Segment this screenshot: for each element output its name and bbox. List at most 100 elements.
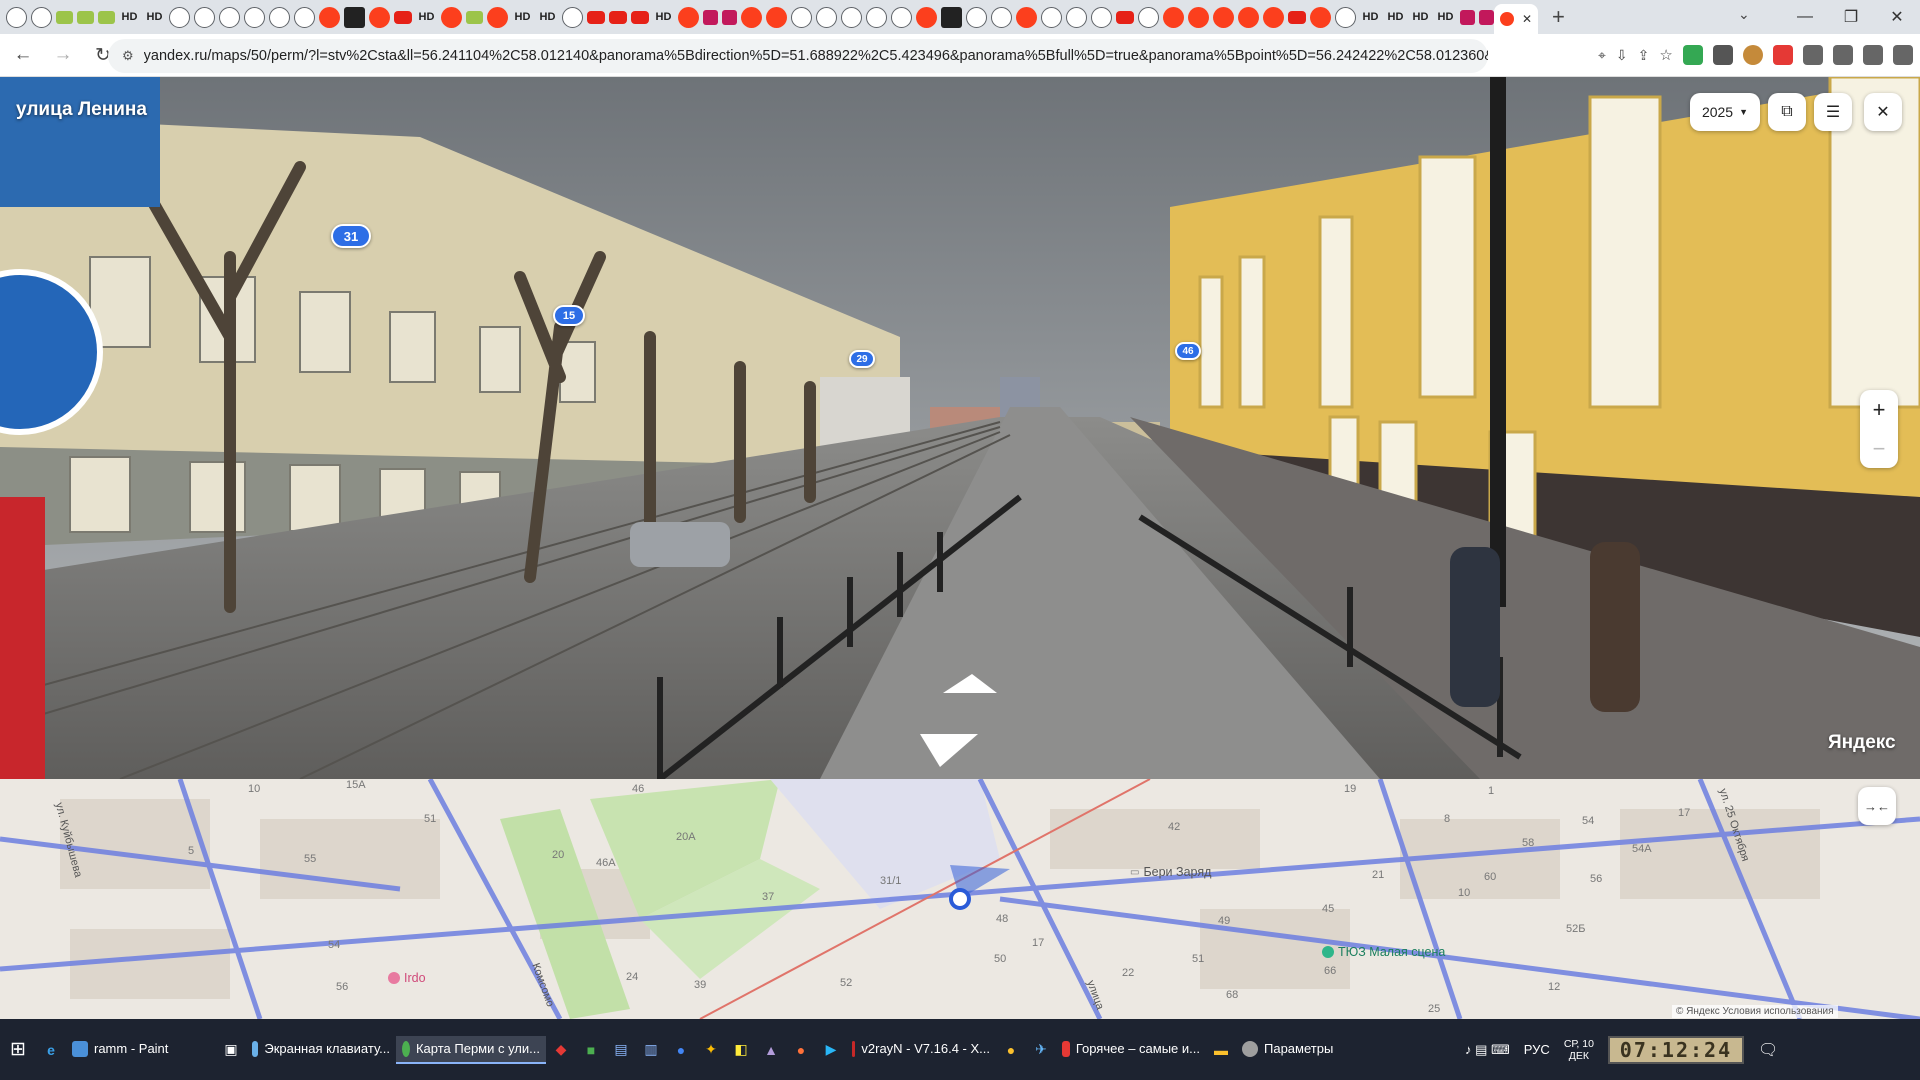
tab-globe-icon[interactable] — [816, 6, 837, 28]
share-icon[interactable]: ⇪ — [1638, 47, 1650, 64]
tab-hd-icon[interactable]: HD — [537, 7, 558, 28]
tab-yt-icon[interactable] — [394, 10, 412, 24]
tab-globe-icon[interactable] — [1041, 6, 1062, 28]
tab-pk-icon[interactable] — [1479, 9, 1494, 25]
tab-globe-icon[interactable] — [169, 6, 190, 28]
tab-yt-icon[interactable] — [1288, 10, 1306, 24]
forward-button[interactable]: → — [46, 38, 80, 72]
tab-hd-icon[interactable]: HD — [1410, 7, 1431, 28]
taskbar-app-button[interactable]: Горячее – самые и... — [1056, 1036, 1206, 1064]
tab-ya-icon[interactable] — [1310, 6, 1331, 28]
tab-globe-icon[interactable] — [791, 6, 812, 28]
tab-ya-icon[interactable] — [441, 6, 462, 28]
pinned-app-icon[interactable]: ● — [996, 1035, 1026, 1065]
site-info-icon[interactable]: ⚙ — [122, 48, 134, 64]
save-disk-icon[interactable]: ▣ — [216, 1035, 246, 1065]
tab-globe-icon[interactable] — [6, 6, 27, 28]
extension-shield-icon[interactable] — [1772, 45, 1793, 65]
tab-globe-icon[interactable] — [1091, 6, 1112, 28]
tab-ya-icon[interactable] — [1016, 6, 1037, 28]
reading-list-icon[interactable] — [1862, 45, 1883, 65]
pinned-app-icon[interactable]: ▥ — [636, 1035, 666, 1065]
taskbar-app-button[interactable]: Экранная клавиату... — [246, 1036, 396, 1064]
new-tab-button[interactable]: + — [1552, 4, 1565, 30]
extension-cookie-icon[interactable] — [1742, 45, 1763, 65]
tab-globe-icon[interactable] — [841, 6, 862, 28]
notification-center-icon[interactable]: 🗨 — [1758, 1040, 1778, 1060]
minimize-button[interactable]: — — [1782, 0, 1828, 34]
tab-ok-icon[interactable] — [98, 10, 115, 24]
tab-globe-icon[interactable] — [1335, 6, 1356, 28]
tab-hd-icon[interactable]: HD — [1435, 7, 1456, 28]
address-bar[interactable]: ⚙ yandex.ru/maps/50/perm/?l=stv%2Csta&ll… — [108, 39, 1488, 73]
date-display[interactable]: СР, 10 ДЕК — [1564, 1038, 1594, 1062]
tab-pk-icon[interactable] — [703, 9, 718, 25]
tab-yt-icon[interactable] — [1116, 10, 1134, 24]
maximize-button[interactable]: ❐ — [1828, 0, 1874, 34]
tab-hd-icon[interactable]: HD — [512, 7, 533, 28]
menu-button[interactable]: ☰ — [1814, 93, 1852, 131]
house-number-badge[interactable]: 31 — [331, 224, 371, 248]
side-panel-icon[interactable] — [1892, 45, 1913, 65]
clock-display[interactable]: 07:12:24 — [1607, 1035, 1744, 1064]
tab-globe-icon[interactable] — [219, 6, 240, 28]
poi-irdo[interactable]: Irdo — [388, 971, 426, 985]
tab-pk-icon[interactable] — [722, 9, 737, 25]
tab-hd-icon[interactable]: HD — [416, 7, 437, 28]
tab-ya-icon[interactable] — [678, 6, 699, 28]
taskbar-app-button[interactable]: ramm - Paint — [66, 1036, 216, 1064]
tab-globe-icon[interactable] — [966, 6, 987, 28]
pinned-app-icon[interactable]: ● — [666, 1035, 696, 1065]
input-language[interactable]: РУС — [1524, 1042, 1550, 1057]
tab-hd-icon[interactable]: HD — [119, 7, 140, 28]
tab-pk-icon[interactable] — [1460, 9, 1475, 25]
collapse-map-button[interactable]: →← — [1858, 787, 1896, 825]
tab-ya-icon[interactable] — [1213, 6, 1234, 28]
tab-hd-icon[interactable]: HD — [1385, 7, 1406, 28]
pinned-app-icon[interactable]: ▶ — [816, 1035, 846, 1065]
street-panorama[interactable]: улица Ленина 31 15 29 46 2025 ▼ ⧉ ☰ ✕ + … — [0, 77, 1920, 779]
pinned-app-icon[interactable]: ◧ — [726, 1035, 756, 1065]
house-number-badge[interactable]: 15 — [553, 305, 585, 326]
tab-dk-icon[interactable] — [941, 6, 962, 28]
tray-icons[interactable]: ♪ ▤ ⌨ — [1465, 1042, 1510, 1058]
tab-hd-icon[interactable]: HD — [653, 7, 674, 28]
tab-globe-icon[interactable] — [244, 6, 265, 28]
poi-tyuz-malaya-scena[interactable]: ТЮЗ Малая сцена — [1322, 945, 1445, 959]
tab-globe-icon[interactable] — [1066, 6, 1087, 28]
active-tab[interactable]: ✕ — [1494, 4, 1538, 34]
house-number-badge[interactable]: 29 — [849, 350, 875, 368]
tab-ya-icon[interactable] — [1263, 6, 1284, 28]
tab-search-icon[interactable]: ⌄ — [1738, 6, 1750, 23]
poi-beri-zaryad[interactable]: ▭ Бери Заряд — [1130, 865, 1211, 879]
internet-explorer-icon[interactable]: e — [36, 1035, 66, 1065]
pinned-app-icon[interactable]: ▤ — [606, 1035, 636, 1065]
tab-ok-icon[interactable] — [466, 10, 483, 24]
start-button[interactable]: ⊞ — [0, 1019, 36, 1080]
open-external-button[interactable]: ⧉ — [1768, 93, 1806, 131]
tab-globe-icon[interactable] — [866, 6, 887, 28]
tab-globe-icon[interactable] — [891, 6, 912, 28]
tab-ok-icon[interactable] — [56, 10, 73, 24]
tab-yt-icon[interactable] — [631, 10, 649, 24]
pinned-app-icon[interactable]: ▲ — [756, 1035, 786, 1065]
extensions-puzzle-icon[interactable] — [1802, 45, 1823, 65]
tab-ya-icon[interactable] — [916, 6, 937, 28]
pinned-app-icon[interactable]: ■ — [576, 1035, 606, 1065]
taskbar-app-button[interactable]: v2rayN - V7.16.4 - X... — [846, 1036, 996, 1064]
tab-globe-icon[interactable] — [991, 6, 1012, 28]
bookmark-star-icon[interactable]: ☆ — [1659, 46, 1672, 64]
close-panorama-button[interactable]: ✕ — [1864, 93, 1902, 131]
url-text[interactable]: yandex.ru/maps/50/perm/?l=stv%2Csta&ll=5… — [144, 48, 1488, 64]
close-tab-icon[interactable]: ✕ — [1522, 12, 1532, 26]
file-explorer-icon[interactable]: ▬ — [1206, 1035, 1236, 1065]
tab-ok-icon[interactable] — [77, 10, 94, 24]
extension-counter-icon[interactable] — [1712, 45, 1733, 65]
tab-ya-icon[interactable] — [766, 6, 787, 28]
location-icon[interactable]: ⌖ — [1598, 47, 1606, 64]
extension-green-icon[interactable] — [1682, 45, 1703, 65]
house-number-badge[interactable]: 46 — [1175, 342, 1201, 360]
zoom-in-button[interactable]: + — [1873, 397, 1886, 423]
install-app-icon[interactable]: ⇩ — [1616, 47, 1628, 64]
tab-ya-icon[interactable] — [369, 6, 390, 28]
